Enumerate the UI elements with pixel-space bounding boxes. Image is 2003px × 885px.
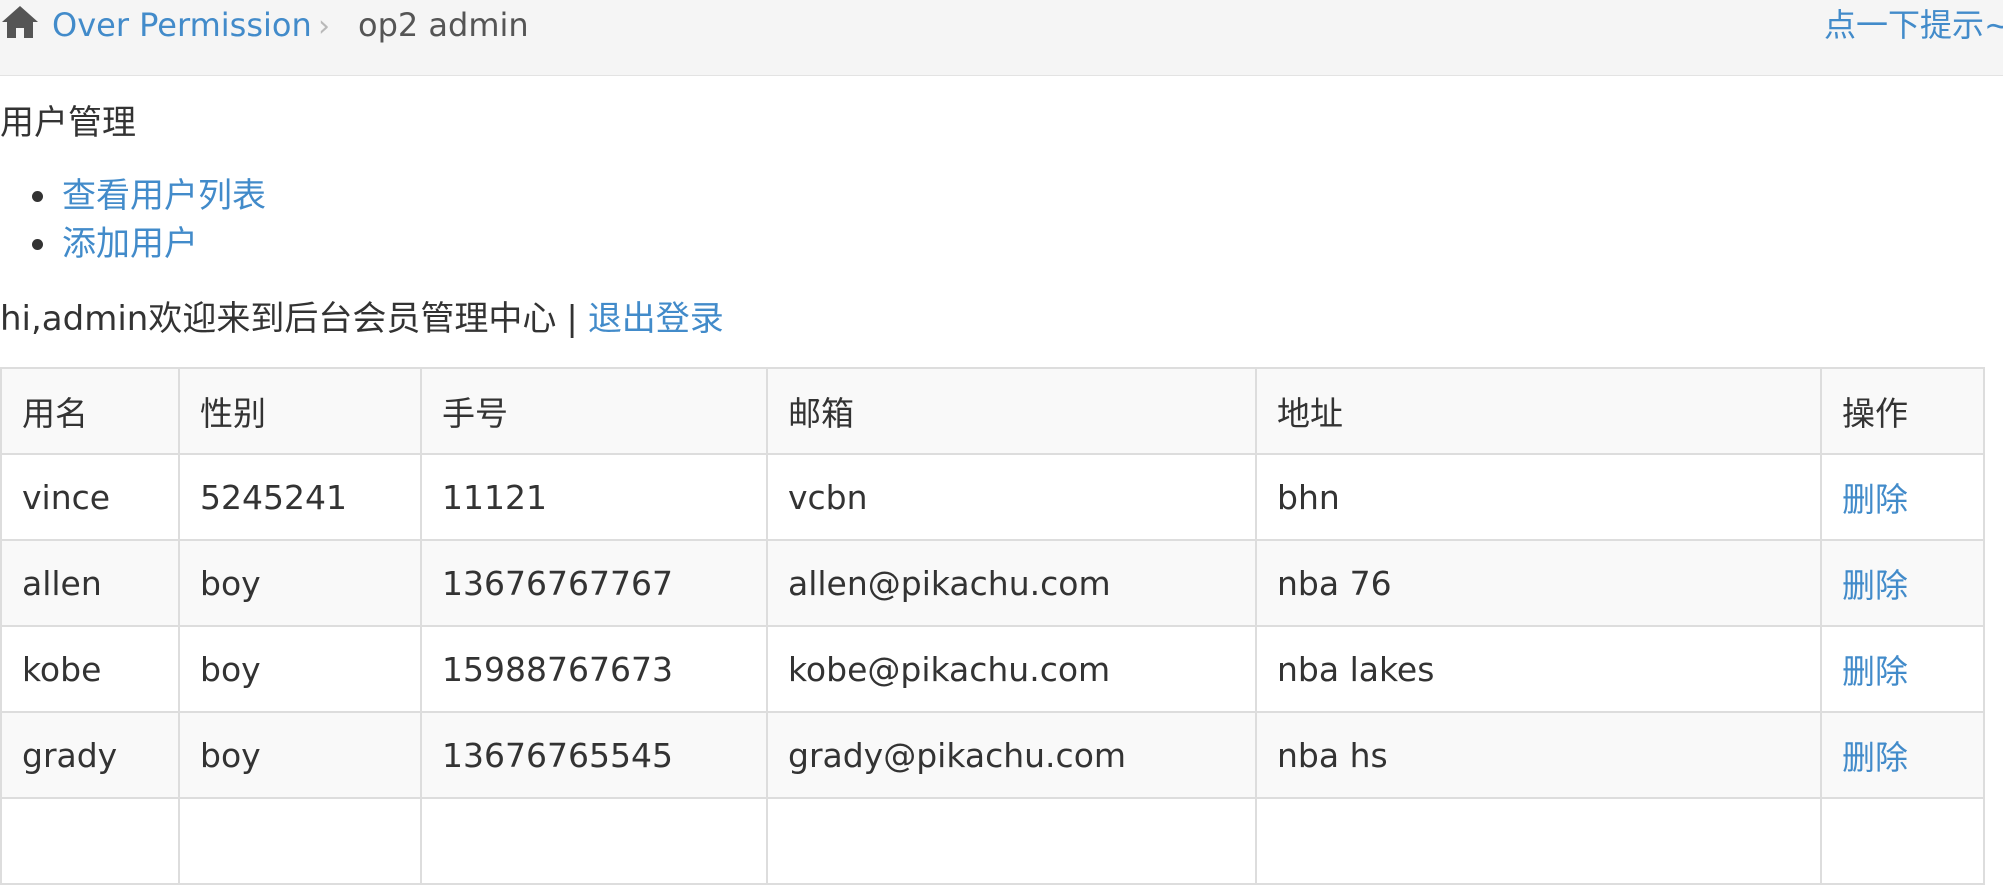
cell-action: 删除 <box>1820 539 1985 627</box>
column-header-address: 地址 <box>1255 367 1822 455</box>
cell-address <box>1255 797 1822 885</box>
breadcrumb-current: op2 admin <box>358 6 529 44</box>
cell-username: kobe <box>0 625 180 713</box>
welcome-text: hi,admin欢迎来到后台会员管理中心 <box>0 299 557 339</box>
menu-item-user-list: 查看用户列表 <box>0 172 266 220</box>
cell-email: kobe@pikachu.com <box>766 625 1257 713</box>
breadcrumb-link-over-permission[interactable]: Over Permission <box>52 4 312 46</box>
breadcrumb-bar: Over Permission › op2 admin 点一下提示~ <box>0 0 2003 76</box>
menu-item-add-user: 添加用户 <box>0 220 266 268</box>
cell-phone: 11121 <box>420 453 768 541</box>
cell-email: grady@pikachu.com <box>766 711 1257 799</box>
cell-username: allen <box>0 539 180 627</box>
cell-phone: 13676765545 <box>420 711 768 799</box>
cell-action: 删除 <box>1820 453 1985 541</box>
column-header-action: 操作 <box>1820 367 1985 455</box>
column-header-username: 用名 <box>0 367 180 455</box>
bullet-icon <box>32 239 43 250</box>
cell-address: nba 76 <box>1255 539 1822 627</box>
delete-link[interactable]: 删除 <box>1842 480 1908 519</box>
cell-address: nba lakes <box>1255 625 1822 713</box>
column-header-email: 邮箱 <box>766 367 1257 455</box>
user-list-link[interactable]: 查看用户列表 <box>62 176 266 216</box>
home-icon[interactable] <box>0 2 40 42</box>
cell-sex: boy <box>178 625 422 713</box>
cell-phone <box>420 797 768 885</box>
cell-address: bhn <box>1255 453 1822 541</box>
table-row: vince 5245241 11121 vcbn bhn 删除 <box>0 453 1985 541</box>
cell-email <box>766 797 1257 885</box>
breadcrumb-separator: › <box>318 9 330 44</box>
logout-link[interactable]: 退出登录 <box>588 299 724 339</box>
cell-sex: 5245241 <box>178 453 422 541</box>
user-table: 用名 性别 手号 邮箱 地址 操作 vince 5245241 11121 vc… <box>0 367 1985 885</box>
table-row <box>0 797 1985 885</box>
bullet-icon <box>32 191 43 202</box>
cell-action <box>1820 797 1985 885</box>
cell-username <box>0 797 180 885</box>
user-menu: 查看用户列表 添加用户 <box>0 172 266 268</box>
table-row: grady boy 13676765545 grady@pikachu.com … <box>0 711 1985 799</box>
section-title: 用户管理 <box>0 103 136 143</box>
column-header-sex: 性别 <box>178 367 422 455</box>
cell-action: 删除 <box>1820 711 1985 799</box>
delete-link[interactable]: 删除 <box>1842 652 1908 691</box>
table-row: allen boy 13676767767 allen@pikachu.com … <box>0 539 1985 627</box>
cell-phone: 15988767673 <box>420 625 768 713</box>
cell-sex: boy <box>178 539 422 627</box>
table-header-row: 用名 性别 手号 邮箱 地址 操作 <box>0 367 1985 455</box>
hint-link[interactable]: 点一下提示~ <box>1824 4 2003 46</box>
cell-email: allen@pikachu.com <box>766 539 1257 627</box>
delete-link[interactable]: 删除 <box>1842 738 1908 777</box>
cell-sex: boy <box>178 711 422 799</box>
cell-sex <box>178 797 422 885</box>
table-row: kobe boy 15988767673 kobe@pikachu.com nb… <box>0 625 1985 713</box>
welcome-line: hi,admin欢迎来到后台会员管理中心 | 退出登录 <box>0 295 724 343</box>
delete-link[interactable]: 删除 <box>1842 566 1908 605</box>
add-user-link[interactable]: 添加用户 <box>62 224 198 264</box>
welcome-separator: | <box>566 299 578 339</box>
cell-address: nba hs <box>1255 711 1822 799</box>
cell-username: vince <box>0 453 180 541</box>
cell-action: 删除 <box>1820 625 1985 713</box>
column-header-phone: 手号 <box>420 367 768 455</box>
cell-phone: 13676767767 <box>420 539 768 627</box>
cell-username: grady <box>0 711 180 799</box>
cell-email: vcbn <box>766 453 1257 541</box>
